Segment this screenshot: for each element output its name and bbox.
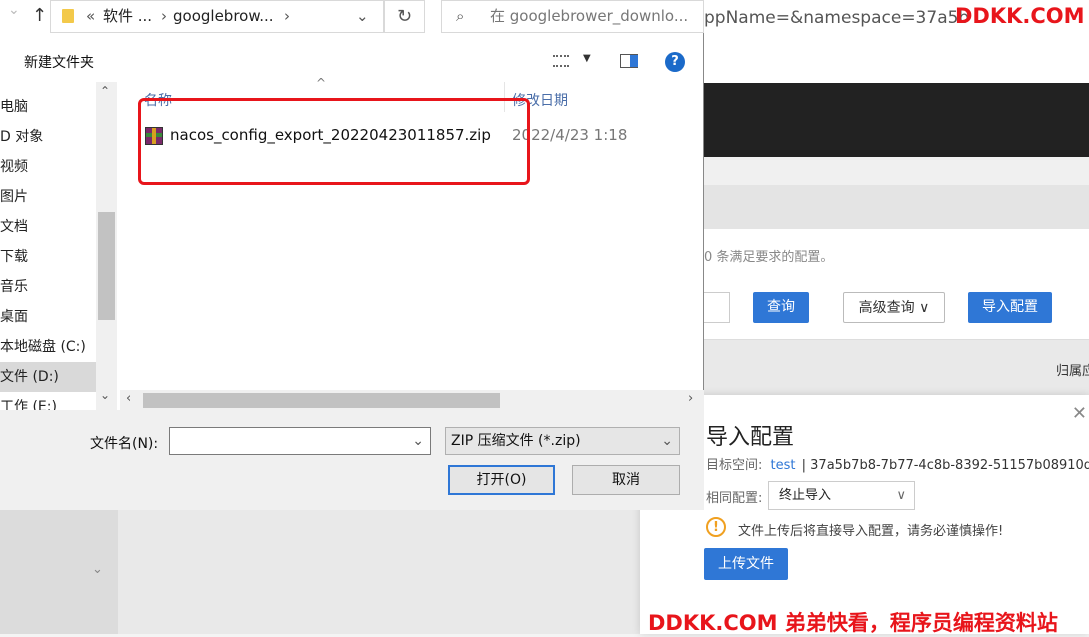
close-icon[interactable]: ✕ <box>1072 403 1087 424</box>
watermark-top: DDKK.COM <box>955 4 1085 28</box>
nav-item[interactable]: 本地磁盘 (C:) <box>0 332 96 362</box>
upload-file-button[interactable]: 上传文件 <box>704 548 788 580</box>
conflict-label: 相同配置: <box>706 491 763 506</box>
view-options-icon[interactable] <box>553 55 569 67</box>
target-link[interactable]: test <box>771 458 796 473</box>
target-label: 目标空间: <box>706 458 763 473</box>
refresh-icon[interactable]: ↻ <box>384 0 425 33</box>
import-config-button[interactable]: 导入配置 <box>968 292 1052 323</box>
app-left-column: ⌄ <box>0 510 118 634</box>
panel-title: 导入配置 <box>706 425 795 450</box>
app-toolbar-strip <box>704 185 1089 229</box>
filename-input[interactable]: ⌄ <box>169 427 431 455</box>
result-count: 0 条满足要求的配置。 <box>704 250 834 265</box>
nav-item[interactable]: 桌面 <box>0 302 96 332</box>
chevron-down-icon[interactable]: ⌄ <box>8 2 20 18</box>
up-arrow-icon[interactable]: ↑ <box>32 5 47 26</box>
column-header-owner: 归属应 <box>1056 364 1089 379</box>
nav-item[interactable]: 视频 <box>0 152 96 182</box>
nav-item[interactable]: 图片 <box>0 182 96 212</box>
help-icon[interactable]: ? <box>665 52 685 72</box>
new-folder-button[interactable]: 新建文件夹 <box>24 52 94 72</box>
breadcrumb-segment[interactable]: 软件 ... <box>103 1 152 32</box>
warning-icon: ! <box>706 517 726 537</box>
chevron-down-icon: ∨ <box>896 488 906 503</box>
nav-item[interactable]: 下载 <box>0 242 96 272</box>
file-open-dialog: ⌄ ↑ « 软件 ... › googlebrow... › ⌄ ↻ ⌕ 在 g… <box>0 0 704 510</box>
warning-text: 文件上传后将直接导入配置，请务必谨慎操作! <box>738 524 1004 539</box>
nav-item[interactable]: 文档 <box>0 212 96 242</box>
search-icon: ⌕ <box>456 7 465 25</box>
chevron-down-icon[interactable]: ⌄ <box>412 428 424 454</box>
app-header <box>704 83 1089 157</box>
query-button[interactable]: 查询 <box>753 292 809 323</box>
file-type-select[interactable]: ZIP 压缩文件 (*.zip) ⌄ <box>445 427 680 455</box>
nav-item-selected[interactable]: 文件 (D:) <box>0 362 96 392</box>
scroll-left-icon[interactable]: ‹ <box>126 391 131 406</box>
watermark-bottom: DDKK.COM 弟弟快看，程序员编程资料站 <box>648 611 1058 635</box>
chevron-down-icon[interactable]: ⌄ <box>356 1 369 32</box>
scroll-right-icon[interactable]: › <box>688 391 693 406</box>
open-button[interactable]: 打开(O) <box>448 465 555 495</box>
cancel-button[interactable]: 取消 <box>572 465 680 495</box>
file-list-hscrollbar[interactable]: ‹ › <box>120 390 704 410</box>
app-content: 0 条满足要求的配置。 查询 高级查询 ∨ 导入配置 <box>702 229 1089 339</box>
nav-item[interactable]: 电脑 <box>0 92 96 122</box>
scroll-thumb[interactable] <box>98 212 115 320</box>
filename-label: 文件名(N): <box>90 436 159 452</box>
breadcrumb-segment[interactable]: googlebrow... <box>173 1 274 32</box>
scroll-thumb[interactable] <box>143 393 500 408</box>
sort-arrow-icon: ^ <box>316 76 327 90</box>
app-subheader <box>704 157 1089 185</box>
scroll-up-icon[interactable]: ⌃ <box>100 84 110 98</box>
table-header: 归属应 <box>704 339 1089 396</box>
conflict-select[interactable]: 终止导入 ∨ <box>768 481 915 510</box>
nav-item[interactable]: 音乐 <box>0 272 96 302</box>
preview-pane-icon[interactable] <box>620 54 638 68</box>
target-space-row: 目标空间: test | 37a5b7b8-7b77-4c8b-8392-511… <box>706 454 1089 473</box>
caret-down-icon[interactable]: ▼ <box>583 53 591 64</box>
nav-item[interactable]: 工作 (E:) <box>0 392 96 410</box>
import-config-panel: ✕ 导入配置 目标空间: test | 37a5b7b8-7b77-4c8b-8… <box>640 395 1089 634</box>
chevron-down-icon: ⌄ <box>661 433 673 449</box>
target-id: | 37a5b7b8-7b77-4c8b-8392-51157b08910d <box>801 458 1089 473</box>
browser-area <box>704 35 1089 83</box>
nav-item[interactable]: D 对象 <box>0 122 96 152</box>
scroll-down-icon[interactable]: ⌄ <box>100 388 110 402</box>
nav-scrollbar[interactable]: ⌃ ⌄ <box>96 82 117 410</box>
folder-icon <box>62 9 74 23</box>
address-bar[interactable]: « 软件 ... › googlebrow... › ⌄ <box>50 0 384 33</box>
highlight-box <box>138 98 530 185</box>
dialog-footer: 文件名(N): ⌄ ZIP 压缩文件 (*.zip) ⌄ 打开(O) 取消 <box>0 410 704 510</box>
search-input-partial[interactable] <box>702 292 730 323</box>
chevron-down-icon[interactable]: ⌄ <box>92 562 103 577</box>
advanced-query-button[interactable]: 高级查询 ∨ <box>843 292 945 323</box>
search-input[interactable]: ⌕ 在 googlebrower_downlo... <box>441 0 704 33</box>
navigation-pane: 电脑 D 对象 视频 图片 文档 下载 音乐 桌面 本地磁盘 (C:) 文件 (… <box>0 82 118 410</box>
